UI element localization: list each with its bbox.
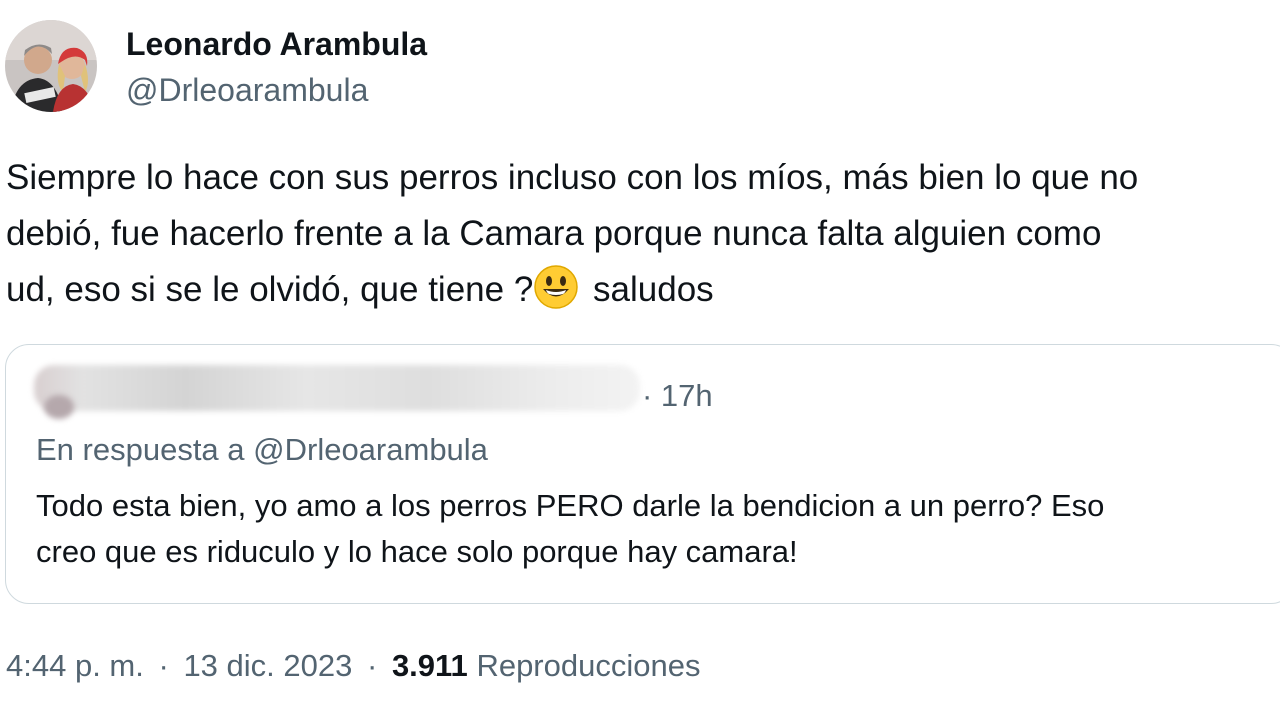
meta-separator: · — [366, 648, 378, 683]
quoted-tweet-text: Todo esta bien, yo amo a los perros PERO… — [36, 483, 1276, 575]
profile-photo-icon — [5, 20, 97, 112]
author-display-name[interactable]: Leonardo Arambula — [126, 24, 427, 64]
quoted-text-line: Todo esta bien, yo amo a los perros PERO… — [36, 488, 1105, 523]
quoted-text-line: creo que es riduculo y lo hace solo porq… — [36, 534, 798, 569]
blurred-quoted-author — [34, 365, 640, 411]
tweet-meta: 4:44 p. m. · 13 dic. 2023 · 3.911 Reprod… — [6, 646, 700, 686]
tweet-date[interactable]: 13 dic. 2023 — [183, 648, 352, 683]
tweet-text-segment: ud, eso si se le olvidó, que tiene ? — [6, 270, 534, 309]
views-count[interactable]: 3.911 — [392, 648, 468, 683]
quoted-reply-context[interactable]: En respuesta a @Drleoarambula — [36, 430, 488, 470]
meta-separator: · — [158, 648, 169, 683]
tweet-text-line: debió, fue hacerlo frente a la Camara po… — [6, 214, 1102, 253]
tweet-text-line: ud, eso si se le olvidó, que tiene ? sal… — [6, 262, 1280, 318]
quoted-tweet-time[interactable]: · 17h — [642, 376, 713, 416]
tweet-text-line: Siempre lo hace con sus perros incluso c… — [6, 158, 1139, 197]
author-handle[interactable]: @Drleoarambula — [126, 70, 368, 110]
blurred-quoted-avatar — [44, 395, 74, 419]
tweet-detail: Leonardo Arambula @Drleoarambula Siempre… — [0, 0, 1280, 720]
grinning-face-emoji-icon — [533, 264, 579, 318]
author-avatar[interactable] — [5, 20, 97, 112]
views-label[interactable]: Reproducciones — [476, 648, 700, 683]
tweet-time[interactable]: 4:44 p. m. — [6, 648, 144, 683]
tweet-text: Siempre lo hace con sus perros incluso c… — [6, 150, 1280, 318]
tweet-text-segment: saludos — [583, 270, 714, 309]
quoted-tweet-card[interactable]: · 17h En respuesta a @Drleoarambula Todo… — [5, 344, 1280, 604]
